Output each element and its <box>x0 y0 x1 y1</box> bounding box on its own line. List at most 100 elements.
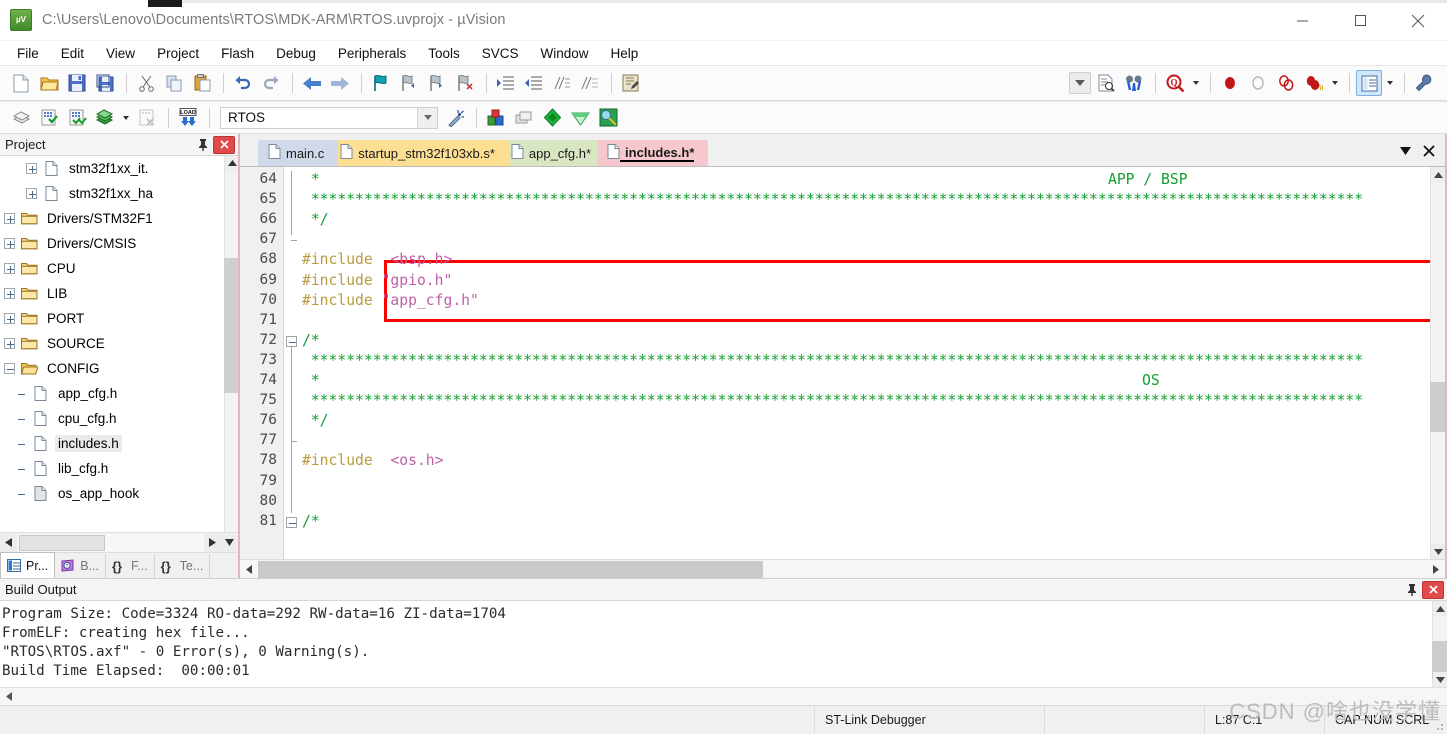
tree-item-drivers-stm32f1[interactable]: Drivers/STM32F1 <box>0 206 224 231</box>
build-icon[interactable] <box>36 105 62 131</box>
project-tree-hscrollbar[interactable] <box>0 532 238 552</box>
comment-icon[interactable] <box>549 70 575 96</box>
tree-expander-plus-icon[interactable] <box>26 163 37 174</box>
uncomment-icon[interactable] <box>577 70 603 96</box>
paste-icon[interactable] <box>189 70 215 96</box>
editor-tab-includes-h-[interactable]: includes.h* <box>597 140 709 166</box>
resize-grip[interactable] <box>1433 720 1445 732</box>
manage-project-items-icon[interactable] <box>483 105 509 131</box>
code-folding-column[interactable] <box>284 167 300 559</box>
tree-item-lib-cfg-h[interactable]: lib_cfg.h <box>0 456 224 481</box>
stop-build-icon[interactable] <box>134 105 160 131</box>
scroll-down-icon[interactable] <box>1433 672 1447 687</box>
magic-wand-icon[interactable] <box>442 105 468 131</box>
bookmark-prev-icon[interactable] <box>396 70 422 96</box>
menu-svcs[interactable]: SVCS <box>471 43 530 64</box>
tree-expander-plus-icon[interactable] <box>4 238 15 249</box>
binoculars-icon[interactable] <box>1121 70 1147 96</box>
tree-expander-plus-icon[interactable] <box>26 188 37 199</box>
scroll-left-icon[interactable] <box>240 560 258 578</box>
chevron-down-icon[interactable] <box>417 107 437 128</box>
editor-vscrollbar[interactable] <box>1430 167 1445 559</box>
light-diamond-icon[interactable] <box>567 105 593 131</box>
menu-view[interactable]: View <box>95 43 146 64</box>
menu-window[interactable]: Window <box>529 43 599 64</box>
wrench-icon[interactable] <box>1411 70 1437 96</box>
breakpoints-dropdown-icon[interactable] <box>1329 70 1340 96</box>
tree-item-includes-h[interactable]: includes.h <box>0 431 224 456</box>
scroll-down-icon[interactable] <box>1431 544 1445 559</box>
tree-item-cpu-cfg-h[interactable]: cpu_cfg.h <box>0 406 224 431</box>
project-tree-scroll-thumb[interactable] <box>224 258 238 393</box>
tab-books[interactable]: ? B... <box>55 554 106 578</box>
menu-file[interactable]: File <box>6 43 50 64</box>
multi-project-icon[interactable] <box>511 105 537 131</box>
navigate-back-icon[interactable] <box>299 70 325 96</box>
build-output-hscrollbar[interactable] <box>0 687 1447 705</box>
menu-flash[interactable]: Flash <box>210 43 265 64</box>
tree-item-app-cfg-h[interactable]: app_cfg.h <box>0 381 224 406</box>
globe-diamond-icon[interactable] <box>595 105 621 131</box>
green-diamond-icon[interactable] <box>539 105 565 131</box>
maximize-button[interactable] <box>1331 0 1389 41</box>
toolbar-expand-dropdown-icon[interactable] <box>1069 72 1091 94</box>
pin-icon[interactable] <box>1402 580 1422 600</box>
open-file-icon[interactable] <box>36 70 62 96</box>
editor-hscroll-track[interactable] <box>258 560 1427 578</box>
browse-dropdown-icon[interactable] <box>1190 70 1201 96</box>
tree-dropdown-icon[interactable] <box>221 533 238 552</box>
pin-icon[interactable] <box>193 135 213 155</box>
tree-item-port[interactable]: PORT <box>0 306 224 331</box>
tree-item-stm32f1xx-ha[interactable]: stm32f1xx_ha <box>0 181 224 206</box>
scroll-right-icon[interactable] <box>204 533 221 552</box>
editor-hscroll-thumb[interactable] <box>258 560 763 578</box>
bookmark-next-icon[interactable] <box>424 70 450 96</box>
scroll-up-icon[interactable] <box>1431 167 1445 182</box>
editor-tab-startup-stm32f103xb-s-[interactable]: startup_stm32f103xb.s* <box>330 140 509 166</box>
navigate-forward-icon[interactable] <box>327 70 353 96</box>
indent-left-icon[interactable] <box>521 70 547 96</box>
breakpoint-icon[interactable] <box>1217 70 1243 96</box>
menu-debug[interactable]: Debug <box>265 43 327 64</box>
tree-expander-plus-icon[interactable] <box>4 288 15 299</box>
close-icon[interactable] <box>1422 580 1444 599</box>
indent-right-icon[interactable] <box>493 70 519 96</box>
batch-build-icon[interactable] <box>92 105 118 131</box>
close-icon[interactable] <box>1417 140 1441 162</box>
code-text-area[interactable]: * APP / BSP *****************************… <box>300 167 1430 559</box>
tree-expander-plus-icon[interactable] <box>4 213 15 224</box>
scroll-up-icon[interactable] <box>225 156 238 171</box>
build-output-text[interactable]: Program Size: Code=3324 RO-data=292 RW-d… <box>0 601 1432 687</box>
translate-icon[interactable] <box>8 105 34 131</box>
scroll-right-icon[interactable] <box>1427 560 1445 578</box>
download-icon[interactable]: LOAD <box>175 105 201 131</box>
document-search-icon[interactable] <box>1093 70 1119 96</box>
editor-tab-app-cfg-h-[interactable]: app_cfg.h* <box>500 140 606 166</box>
menu-edit[interactable]: Edit <box>50 43 95 64</box>
editor-hscrollbar[interactable] <box>240 559 1445 578</box>
menu-help[interactable]: Help <box>600 43 650 64</box>
breakpoint-disable-icon[interactable] <box>1245 70 1271 96</box>
breakpoint-disable-all-icon[interactable] <box>1273 70 1299 96</box>
tree-item-cpu[interactable]: CPU <box>0 256 224 281</box>
save-all-icon[interactable] <box>92 70 118 96</box>
manage-windows-icon[interactable] <box>1356 70 1382 96</box>
tree-item-stm32f1xx-it-[interactable]: stm32f1xx_it. <box>0 156 224 181</box>
tree-item-drivers-cmsis[interactable]: Drivers/CMSIS <box>0 231 224 256</box>
tree-expander-plus-icon[interactable] <box>4 338 15 349</box>
breakpoint-kill-all-icon[interactable]: \u2716 <box>1301 70 1327 96</box>
scroll-left-icon[interactable] <box>0 533 17 552</box>
tab-functions[interactable]: {} F... <box>106 554 155 578</box>
build-output-scrollbar[interactable] <box>1432 601 1447 687</box>
project-tree[interactable]: stm32f1xx_it. stm32f1xx_ha Drivers/STM32F1… <box>0 156 238 532</box>
fold-collapse-icon[interactable] <box>286 516 297 528</box>
tree-item-config[interactable]: CONFIG <box>0 356 224 381</box>
bookmark-toggle-icon[interactable] <box>368 70 394 96</box>
editor-tab-main-c[interactable]: main.c <box>258 140 339 166</box>
hscroll-thumb[interactable] <box>19 534 105 551</box>
tab-templates[interactable]: {} Te... <box>155 554 211 578</box>
copy-icon[interactable] <box>161 70 187 96</box>
tree-expander-plus-icon[interactable] <box>4 313 15 324</box>
tree-expander-plus-icon[interactable] <box>4 263 15 274</box>
chevron-down-icon[interactable] <box>1393 140 1417 162</box>
